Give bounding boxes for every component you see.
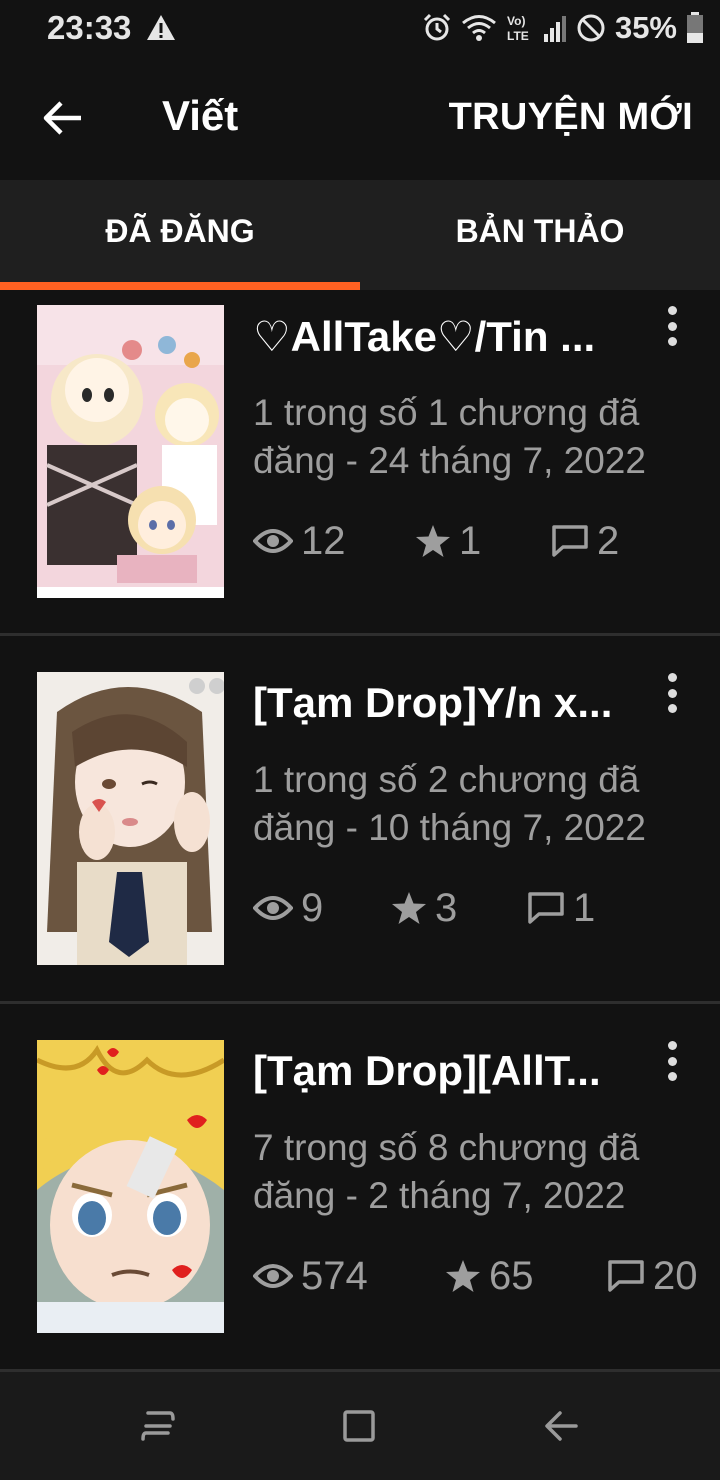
warning-icon — [147, 15, 175, 40]
volte-icon: Vo) LTE — [507, 14, 529, 43]
status-time: 23:33 — [47, 9, 132, 46]
votes-count: 65 — [489, 1253, 534, 1298]
system-nav-bar — [0, 1372, 720, 1480]
cover-image-girl — [37, 672, 224, 965]
story-meta-line: 1 trong số 1 chương đã — [253, 392, 640, 433]
cover-image-chibi — [37, 305, 224, 598]
votes-count: 3 — [435, 885, 458, 930]
recent-apps-icon — [141, 1411, 175, 1441]
story-meta-line: đăng - 24 tháng 7, 2022 — [253, 440, 646, 481]
story-meta-line: 7 trong số 8 chương đã — [253, 1127, 640, 1168]
views-count: 9 — [301, 885, 324, 930]
comments-stat: 1 — [527, 886, 595, 931]
comments-stat: 2 — [551, 519, 619, 564]
comments-count: 2 — [597, 518, 620, 563]
story-meta: 1 trong số 1 chương đã đăng - 24 tháng 7… — [253, 389, 703, 485]
tab-drafts[interactable]: BẢN THẢO — [360, 180, 720, 290]
more-dot — [667, 337, 677, 346]
story-meta-line: đăng - 10 tháng 7, 2022 — [253, 807, 646, 848]
wifi-icon — [462, 15, 496, 41]
votes-count: 1 — [459, 518, 482, 563]
comment-icon — [608, 1260, 644, 1292]
votes-stat: 1 — [415, 519, 551, 564]
more-dot — [667, 704, 677, 713]
votes-stat: 65 — [445, 1254, 607, 1299]
back-button[interactable] — [36, 94, 90, 142]
tab-indicator — [0, 282, 360, 290]
home-icon — [343, 1410, 375, 1442]
more-dot — [667, 673, 677, 682]
comments-count: 1 — [573, 885, 596, 930]
story-title[interactable]: ♡AllTake♡/Tin ... — [253, 312, 653, 361]
story-item[interactable]: [Tạm Drop][AllT... 7 trong số 8 chương đ… — [0, 1004, 720, 1372]
more-options-button[interactable] — [660, 1039, 684, 1083]
more-options-button[interactable] — [660, 304, 684, 348]
story-meta: 7 trong số 8 chương đã đăng - 2 tháng 7,… — [253, 1124, 703, 1220]
story-stats: 9 3 1 — [253, 883, 595, 933]
story-meta: 1 trong số 2 chương đã đăng - 10 tháng 7… — [253, 756, 703, 852]
star-icon — [446, 1260, 480, 1292]
nav-back-button[interactable] — [538, 1406, 584, 1446]
story-cover[interactable] — [37, 305, 224, 598]
tab-bar: ĐÃ ĐĂNG BẢN THẢO — [0, 180, 720, 290]
more-dot — [667, 306, 677, 315]
more-dot — [667, 1072, 677, 1081]
story-cover[interactable] — [37, 1040, 224, 1333]
page-title: Viết — [162, 92, 239, 139]
status-icons: Vo) LTE 35% — [422, 10, 704, 46]
comments-stat: 20 — [607, 1254, 698, 1299]
eye-icon — [253, 1264, 293, 1288]
do-not-disturb-icon — [577, 14, 605, 42]
more-dot — [667, 321, 677, 331]
star-icon — [416, 525, 450, 557]
battery-icon — [687, 12, 703, 43]
more-options-button[interactable] — [660, 671, 684, 715]
alarm-icon — [423, 13, 451, 41]
views-count: 12 — [301, 518, 346, 563]
story-meta-line: đăng - 2 tháng 7, 2022 — [253, 1175, 626, 1216]
star-icon — [392, 892, 426, 924]
views-stat: 9 — [253, 886, 391, 931]
arrow-left-icon — [43, 101, 81, 135]
svg-text:Vo): Vo) — [507, 14, 525, 28]
battery-percent: 35% — [614, 10, 677, 45]
signal-icon — [543, 16, 566, 42]
svg-text:LTE: LTE — [507, 29, 529, 43]
new-story-button[interactable]: TRUYỆN MỚI — [449, 96, 693, 139]
views-count: 574 — [301, 1253, 368, 1298]
story-stats: 12 1 2 — [253, 516, 619, 566]
story-item[interactable]: ♡AllTake♡/Tin ... 1 trong số 1 chương đã… — [0, 290, 720, 636]
more-dot — [667, 1041, 677, 1050]
screen: 23:33 Vo) LTE 35% Viết TRUYỆN MỚI ĐÃ ĐĂN… — [0, 0, 720, 1480]
story-cover[interactable] — [37, 672, 224, 965]
more-dot — [667, 1056, 677, 1066]
story-stats: 574 65 20 — [253, 1251, 720, 1301]
app-bar: Viết TRUYỆN MỚI — [0, 56, 720, 180]
tab-published[interactable]: ĐÃ ĐĂNG — [0, 180, 360, 290]
story-title[interactable]: [Tạm Drop][AllT... — [253, 1047, 653, 1095]
comments-count: 20 — [653, 1253, 698, 1298]
eye-icon — [253, 896, 293, 920]
eye-icon — [253, 529, 293, 553]
story-meta-line: 1 trong số 2 chương đã — [253, 759, 640, 800]
comment-icon — [528, 892, 564, 924]
views-stat: 12 — [253, 519, 415, 564]
home-button[interactable] — [336, 1406, 382, 1446]
recent-apps-button[interactable] — [135, 1406, 181, 1446]
cover-image-blond-boy — [37, 1040, 224, 1333]
story-item[interactable]: [Tạm Drop]Y/n x... 1 trong số 2 chương đ… — [0, 636, 720, 1004]
more-dot — [667, 688, 677, 698]
story-title[interactable]: [Tạm Drop]Y/n x... — [253, 679, 653, 727]
story-list: ♡AllTake♡/Tin ... 1 trong số 1 chương đã… — [0, 290, 720, 1372]
comment-icon — [552, 525, 588, 557]
status-bar: 23:33 Vo) LTE 35% — [0, 0, 720, 56]
back-icon — [545, 1411, 578, 1441]
votes-stat: 3 — [391, 886, 527, 931]
views-stat: 574 — [253, 1254, 445, 1299]
